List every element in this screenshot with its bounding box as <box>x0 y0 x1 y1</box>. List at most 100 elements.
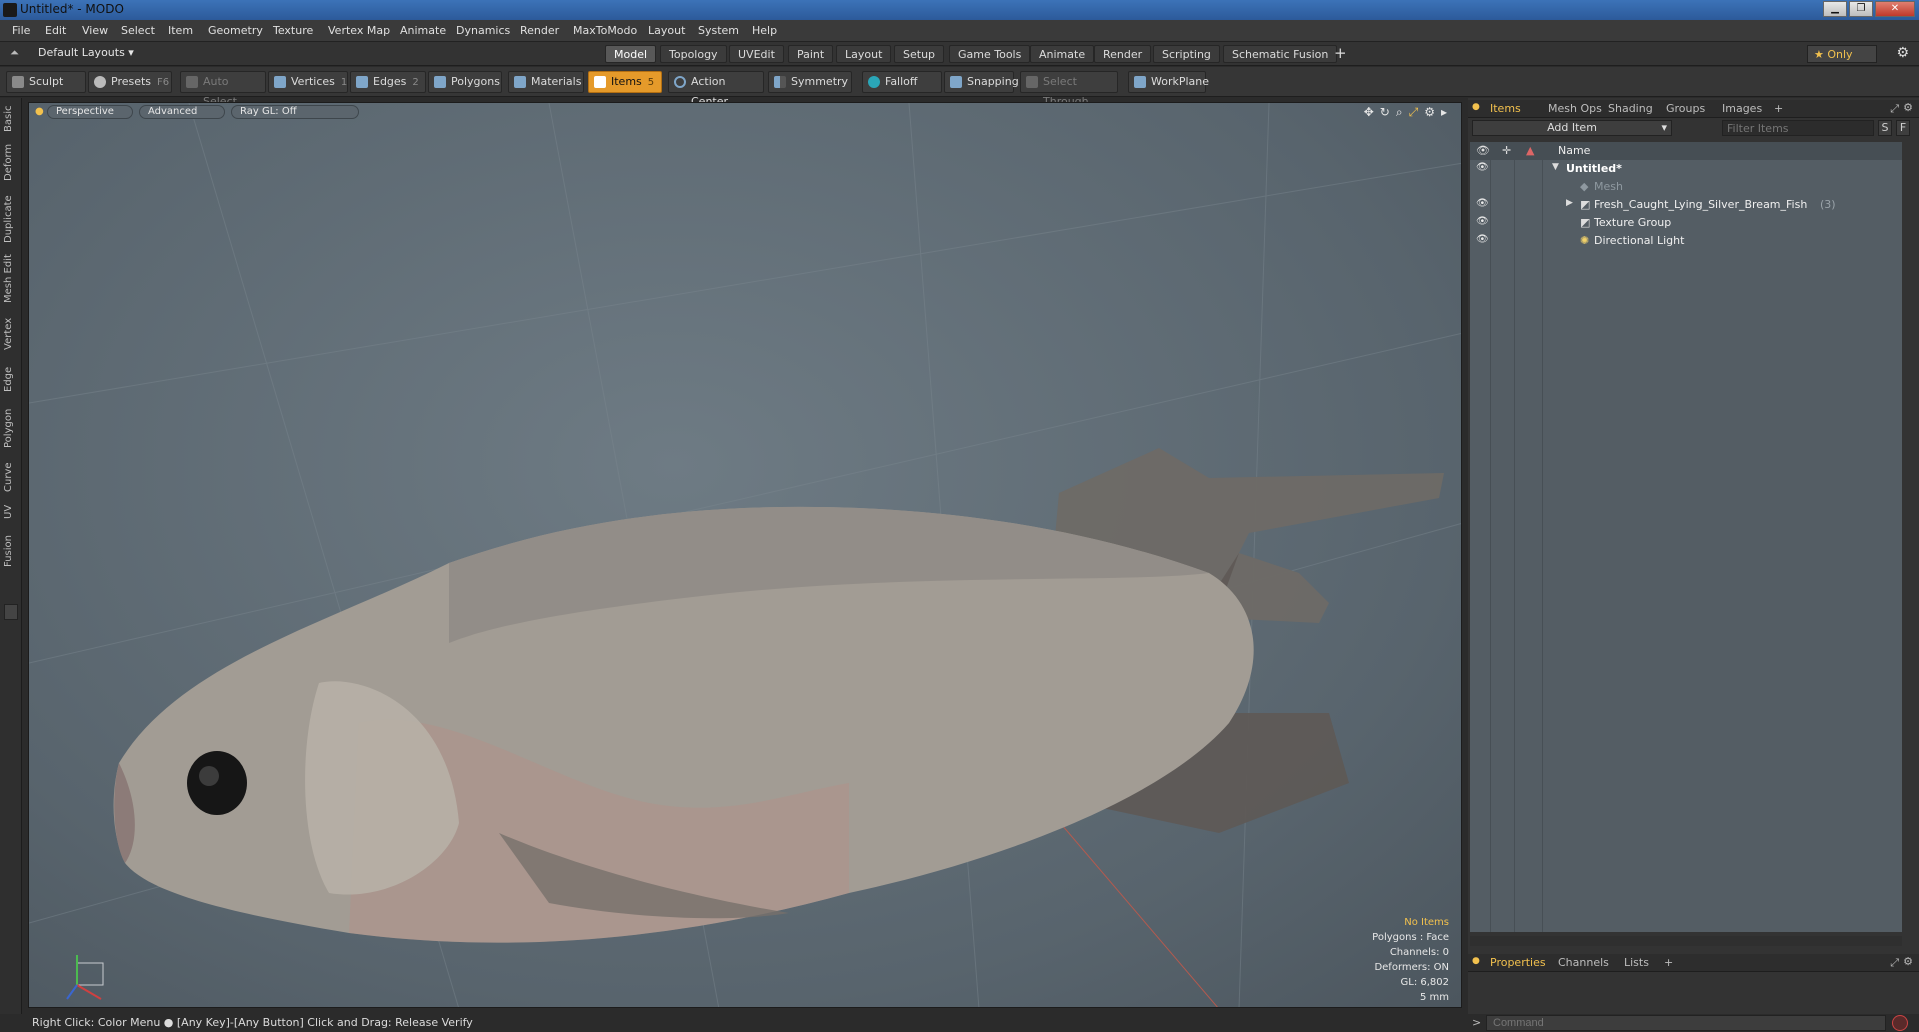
list-item[interactable]: 👁 ▼ Untitled* <box>1470 160 1902 178</box>
eye-icon[interactable]: 👁 <box>1476 162 1489 173</box>
command-input[interactable] <box>1486 1015 1886 1031</box>
tab-channels[interactable]: Channels <box>1552 956 1615 969</box>
panel-expand-icon[interactable]: ⤢ <box>1890 102 1899 116</box>
collapse-arrow-icon[interactable]: ▼ <box>1552 162 1559 172</box>
menu-dynamics[interactable]: Dynamics <box>456 24 510 37</box>
raygl-button[interactable]: Ray GL: Off <box>231 105 359 119</box>
sculpt-button[interactable]: Sculpt <box>6 71 86 93</box>
fit-view-icon[interactable]: ⤢ <box>1409 105 1419 120</box>
menu-maxtomodo[interactable]: MaxToModo <box>573 24 637 37</box>
tab-mesh-ops[interactable]: Mesh Ops <box>1542 102 1608 115</box>
menu-edit[interactable]: Edit <box>45 24 66 37</box>
vtab-fusion[interactable]: Fusion <box>3 530 19 572</box>
vtab-vertex[interactable]: Vertex <box>3 314 19 354</box>
tab-animate[interactable]: Animate <box>1030 45 1095 63</box>
tab-scripting[interactable]: Scripting <box>1153 45 1220 63</box>
list-item[interactable]: 👁 ◩ Texture Group <box>1470 214 1902 232</box>
properties-menu-icon[interactable]: ● <box>1472 956 1480 966</box>
properties-gear-icon[interactable]: ⚙ <box>1903 955 1913 968</box>
vtab-basic[interactable]: Basic <box>3 104 19 134</box>
list-item[interactable]: 👁 ▶ ◩ Fresh_Caught_Lying_Silver_Bream_Fi… <box>1470 196 1902 214</box>
workplane-button[interactable]: WorkPlane <box>1128 71 1209 93</box>
layouts-dropdown[interactable]: Default Layouts ▾ <box>38 46 134 59</box>
panel-menu-icon[interactable]: ● <box>1472 102 1480 112</box>
3d-viewport[interactable]: ● Perspective Advanced Ray GL: Off ✥ ↻ ⌕… <box>28 102 1462 1008</box>
properties-expand-icon[interactable]: ⤢ <box>1890 956 1899 970</box>
falloff-button[interactable]: Falloff <box>862 71 942 93</box>
rotate-view-icon[interactable]: ↻ <box>1380 105 1390 120</box>
tab-render[interactable]: Render <box>1094 45 1152 63</box>
polygons-button[interactable]: Polygons <box>428 71 502 93</box>
tab-game-tools[interactable]: Game Tools <box>949 45 1031 63</box>
edges-button[interactable]: Edges 2 <box>350 71 426 93</box>
tab-topology[interactable]: Topology <box>660 45 727 63</box>
menu-render[interactable]: Render <box>520 24 559 37</box>
minimize-button[interactable]: ▁ <box>1823 1 1847 17</box>
viewport-expand-icon[interactable]: ▸ <box>1441 105 1447 120</box>
tab-lists[interactable]: Lists <box>1618 956 1655 969</box>
menu-vertex-map[interactable]: Vertex Map <box>328 24 390 37</box>
move-view-icon[interactable]: ✥ <box>1364 105 1374 120</box>
items-hscrollbar[interactable] <box>1470 936 1902 946</box>
vtab-deform[interactable]: Deform <box>3 142 19 182</box>
tab-schematic-fusion[interactable]: Schematic Fusion <box>1223 45 1338 63</box>
materials-button[interactable]: Materials <box>508 71 584 93</box>
symmetry-button[interactable]: Symmetry <box>768 71 852 93</box>
panel-gear-icon[interactable]: ⚙ <box>1903 101 1913 114</box>
auto-select-button[interactable]: Auto Select <box>180 71 266 108</box>
menu-select[interactable]: Select <box>121 24 155 37</box>
viewport-menu-icon[interactable]: ● <box>35 106 44 117</box>
add-tab-icon[interactable]: + <box>1334 44 1347 62</box>
close-button[interactable]: ✕ <box>1875 1 1915 17</box>
filter-f-button[interactable]: F <box>1896 120 1910 136</box>
menu-view[interactable]: View <box>82 24 108 37</box>
only-button[interactable]: ★ Only <box>1807 45 1877 63</box>
expand-arrow-icon[interactable]: ▶ <box>1566 198 1573 208</box>
filter-s-button[interactable]: S <box>1878 120 1892 136</box>
items-button[interactable]: Items 5 <box>588 71 662 93</box>
menu-texture[interactable]: Texture <box>273 24 313 37</box>
tab-uvedit[interactable]: UVEdit <box>729 45 784 63</box>
menu-layout[interactable]: Layout <box>648 24 685 37</box>
eye-icon[interactable]: 👁 <box>1476 216 1489 227</box>
vtab-mesh-edit[interactable]: Mesh Edit <box>3 254 19 304</box>
vtab-duplicate[interactable]: Duplicate <box>3 194 19 244</box>
add-panel-tab-icon[interactable]: + <box>1768 102 1789 115</box>
menu-file[interactable]: File <box>12 24 30 37</box>
menu-item[interactable]: Item <box>168 24 193 37</box>
vertices-button[interactable]: Vertices 1 <box>268 71 348 93</box>
vtab-curve[interactable]: Curve <box>3 458 19 496</box>
select-through-button[interactable]: Select Through <box>1020 71 1118 108</box>
view-perspective-button[interactable]: Perspective <box>47 105 133 119</box>
tab-model[interactable]: Model <box>605 45 657 63</box>
vtab-edge[interactable]: Edge <box>3 362 19 396</box>
vtab-uv[interactable]: UV <box>3 502 19 522</box>
tab-setup[interactable]: Setup <box>894 45 945 63</box>
presets-button[interactable]: Presets F6 <box>88 71 172 93</box>
list-item[interactable]: ◆ Mesh <box>1470 178 1902 196</box>
tab-toggle-button[interactable] <box>4 604 18 620</box>
tab-shading[interactable]: Shading <box>1602 102 1659 115</box>
tab-groups[interactable]: Groups <box>1660 102 1711 115</box>
collapse-icon[interactable]: ⏶ <box>10 46 19 60</box>
command-record-icon[interactable] <box>1892 1015 1908 1031</box>
menu-help[interactable]: Help <box>752 24 777 37</box>
eye-icon[interactable]: 👁 <box>1476 234 1489 245</box>
zoom-view-icon[interactable]: ⌕ <box>1396 105 1403 120</box>
maximize-button[interactable]: ❐ <box>1849 1 1873 17</box>
add-item-dropdown[interactable]: Add Item ▾ <box>1472 120 1672 136</box>
tab-properties[interactable]: Properties <box>1484 956 1552 969</box>
shading-advanced-button[interactable]: Advanced <box>139 105 225 119</box>
tab-items[interactable]: Items <box>1484 102 1527 115</box>
menu-system[interactable]: System <box>698 24 739 37</box>
filter-items-input[interactable] <box>1722 120 1874 136</box>
action-center-button[interactable]: Action Center <box>668 71 764 108</box>
snapping-button[interactable]: Snapping <box>944 71 1019 93</box>
add-properties-tab-icon[interactable]: + <box>1658 956 1679 969</box>
tab-layout[interactable]: Layout <box>836 45 892 63</box>
tab-images[interactable]: Images <box>1716 102 1768 115</box>
name-column-header[interactable]: Name <box>1558 144 1590 157</box>
viewport-settings-icon[interactable]: ⚙ <box>1424 105 1435 120</box>
vtab-polygon[interactable]: Polygon <box>3 404 19 452</box>
eye-icon[interactable]: 👁 <box>1476 198 1489 209</box>
